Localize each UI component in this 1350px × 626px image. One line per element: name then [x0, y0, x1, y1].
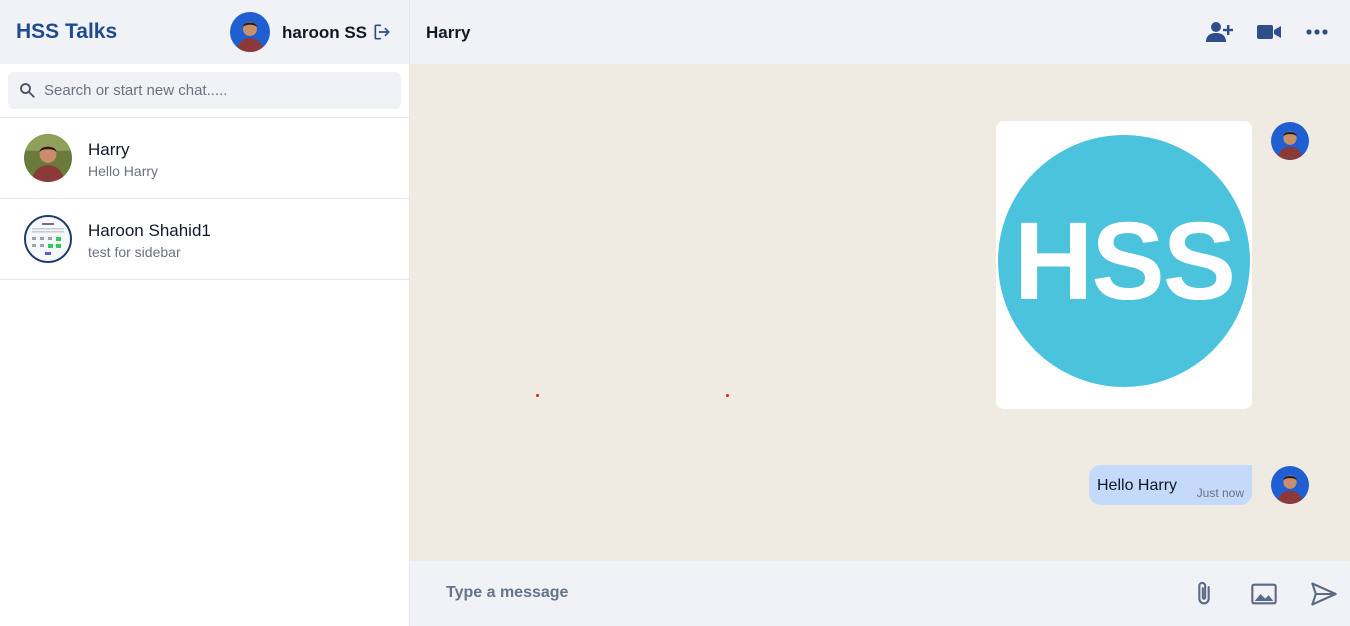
message-area: HSS Hello Harry Just now: [410, 64, 1350, 561]
app-title: HSS Talks: [16, 20, 118, 43]
search-icon: [18, 81, 36, 99]
add-user-icon[interactable]: [1206, 20, 1233, 44]
message-timestamp: Just now: [1196, 486, 1244, 500]
video-call-icon[interactable]: [1256, 20, 1282, 44]
logout-icon[interactable]: [372, 22, 392, 42]
contact-name: Haroon Shahid1: [88, 221, 211, 240]
logo-text: HSS: [1014, 200, 1234, 323]
message-input[interactable]: [430, 575, 1150, 611]
chat-header: Harry: [410, 0, 1350, 64]
contact-avatar: [24, 134, 72, 182]
last-message-preview: test for sidebar: [88, 244, 181, 260]
attach-icon[interactable]: [1190, 580, 1218, 608]
last-message-preview: Hello Harry: [88, 163, 159, 179]
contact-avatar: [24, 215, 72, 263]
user-name: haroon SS: [282, 23, 368, 42]
chat-list-item-haroon-shahid1[interactable]: Haroon Shahid1 test for sidebar: [0, 199, 409, 280]
message-text: Hello Harry: [1097, 477, 1178, 494]
message-composer: [410, 561, 1350, 626]
stray-dot: [536, 394, 539, 397]
sender-avatar: [1271, 122, 1309, 160]
search-bar: [8, 72, 401, 109]
chat-title: Harry: [426, 23, 471, 42]
more-options-icon[interactable]: [1304, 20, 1330, 44]
chat-panel: Harry HSS Hello Harry Just now Type a me…: [410, 0, 1350, 626]
user-avatar[interactable]: [230, 12, 270, 52]
sidebar: HSS Talks haroon SS Search or start new …: [0, 0, 410, 626]
sender-avatar: [1271, 466, 1309, 504]
chat-list-item-harry[interactable]: Harry Hello Harry: [0, 118, 409, 199]
image-icon[interactable]: [1250, 580, 1278, 608]
contact-name: Harry: [88, 140, 130, 159]
send-icon[interactable]: [1310, 580, 1338, 608]
text-message[interactable]: Hello Harry Just now: [1089, 465, 1252, 505]
sidebar-header: HSS Talks haroon SS: [0, 0, 409, 64]
image-message[interactable]: HSS: [996, 121, 1252, 409]
stray-dot: [726, 394, 729, 397]
search-input[interactable]: [44, 72, 394, 109]
chat-list: Harry Hello Harry Haroon Shahid1 test fo…: [0, 117, 409, 280]
